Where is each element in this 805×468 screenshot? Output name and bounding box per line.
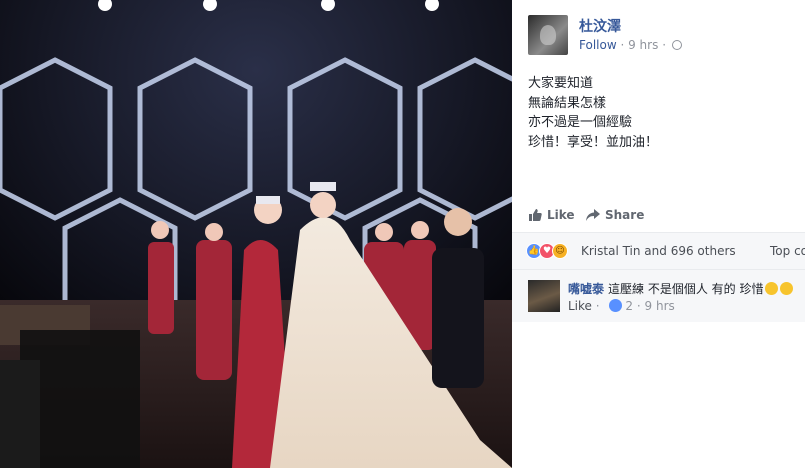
post-timestamp[interactable]: 9 hrs <box>628 38 658 52</box>
haha-reaction-icon: ☺ <box>552 243 568 259</box>
post-line: 亦不過是一個經驗 <box>528 115 633 130</box>
author-name[interactable]: 杜汶澤 <box>579 16 621 36</box>
post-meta: Follow · 9 hrs · <box>579 38 682 52</box>
reaction-summary[interactable]: Kristal Tin and 696 others <box>581 244 736 258</box>
author-avatar[interactable] <box>528 15 568 55</box>
comment-author[interactable]: 嘴嘘泰 <box>568 282 604 296</box>
post-photo[interactable] <box>0 0 512 468</box>
pageant-stage-image <box>0 0 512 468</box>
smile-emoji-icon <box>765 282 779 295</box>
meta-separator: · <box>636 299 645 313</box>
top-comments-toggle[interactable]: Top co <box>770 244 805 258</box>
comment-list: 嘴嘘泰 這壓練 不是個個人 有的 珍惜 Like · 2 · 9 hrs <box>512 269 805 322</box>
comment-body: 嘴嘘泰 這壓練 不是個個人 有的 珍惜 <box>568 280 794 297</box>
commenter-avatar[interactable] <box>528 280 560 312</box>
comment-like-button[interactable]: Like <box>568 299 592 313</box>
comment-like-count[interactable]: 2 <box>625 299 633 313</box>
thumbs-up-icon <box>529 209 542 221</box>
comment-timestamp[interactable]: 9 hrs <box>645 299 675 313</box>
follow-link[interactable]: Follow <box>579 38 617 52</box>
share-button[interactable]: Share <box>586 208 644 222</box>
meta-separator: · <box>595 299 604 313</box>
post-line: 無論結果怎樣 <box>528 95 607 111</box>
like-reaction-icon <box>609 299 623 312</box>
post-header: 杜汶澤 Follow · 9 hrs · <box>528 15 798 55</box>
meta-separator: · <box>662 38 670 52</box>
comment-text: 這壓練 不是個個人 有的 珍惜 <box>608 282 764 296</box>
smile-emoji-icon <box>780 282 794 295</box>
facebook-photo-viewer: 杜汶澤 Follow · 9 hrs · 大家要知道 無論結果怎樣 亦不過是一個… <box>0 0 805 468</box>
share-label: Share <box>605 208 645 222</box>
comment-actions: Like · 2 · 9 hrs <box>568 299 675 313</box>
post-message: 大家要知道 無論結果怎樣 亦不過是一個經驗 珍惜！享受！並加油！ <box>528 74 793 152</box>
like-button[interactable]: Like <box>528 208 575 222</box>
share-arrow-icon <box>586 209 600 221</box>
post-line: 珍惜！享受！並加油！ <box>528 134 659 150</box>
post-line: 大家要知道 <box>528 76 594 91</box>
post-actions: Like Share <box>528 205 798 225</box>
post-side-panel: 杜汶澤 Follow · 9 hrs · 大家要知道 無論結果怎樣 亦不過是一個… <box>512 0 805 468</box>
like-label: Like <box>547 208 575 222</box>
reactions-bar: 👍 ♥ ☺ Kristal Tin and 696 others Top co <box>512 232 805 269</box>
globe-icon <box>671 40 682 50</box>
reaction-icons[interactable]: 👍 ♥ ☺ <box>526 243 576 259</box>
meta-separator: · <box>620 38 629 52</box>
